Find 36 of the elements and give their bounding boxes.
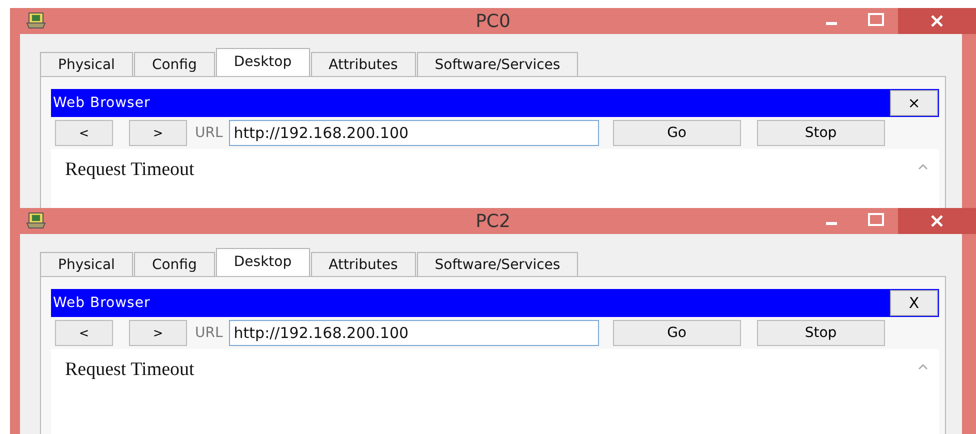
stop-button[interactable]: Stop: [756, 320, 885, 346]
pc-icon: [24, 11, 48, 31]
url-field[interactable]: http://192.168.200.100: [228, 120, 599, 146]
tab[interactable]: Physical: [40, 252, 133, 276]
tab[interactable]: Physical: [40, 52, 133, 76]
forward-button[interactable]: >: [129, 320, 187, 346]
tab[interactable]: Attributes: [310, 52, 416, 76]
scroll-up-icon[interactable]: [917, 163, 929, 171]
tab[interactable]: Desktop: [216, 248, 310, 276]
window-title: PC2: [474, 210, 512, 232]
url-label: URL: [195, 125, 223, 141]
back-button[interactable]: <: [55, 320, 113, 346]
window-title: PC0: [474, 10, 512, 32]
tab[interactable]: Attributes: [310, 252, 416, 276]
tab[interactable]: Software/Services: [416, 52, 578, 76]
close-button[interactable]: X: [890, 290, 938, 316]
stop-button[interactable]: Stop: [756, 120, 885, 146]
tab[interactable]: Desktop: [216, 48, 310, 76]
url-label: URL: [195, 325, 223, 341]
go-button[interactable]: Go: [612, 320, 741, 346]
page-text: Request Timeout: [65, 359, 194, 381]
browser-title: Web Browser: [53, 295, 150, 311]
close-icon[interactable]: [898, 208, 976, 234]
back-button[interactable]: <: [55, 120, 113, 146]
url-field[interactable]: http://192.168.200.100: [228, 320, 599, 346]
close-button[interactable]: ×: [890, 90, 938, 116]
pc-icon: [24, 211, 48, 231]
go-button[interactable]: Go: [612, 120, 741, 146]
scroll-up-icon[interactable]: [917, 363, 929, 371]
forward-button[interactable]: >: [129, 120, 187, 146]
tab[interactable]: Config: [134, 52, 215, 76]
close-icon[interactable]: [898, 8, 976, 34]
page-text: Request Timeout: [65, 159, 194, 181]
tab[interactable]: Software/Services: [416, 252, 578, 276]
browser-title: Web Browser: [53, 95, 150, 111]
tab[interactable]: Config: [134, 252, 215, 276]
